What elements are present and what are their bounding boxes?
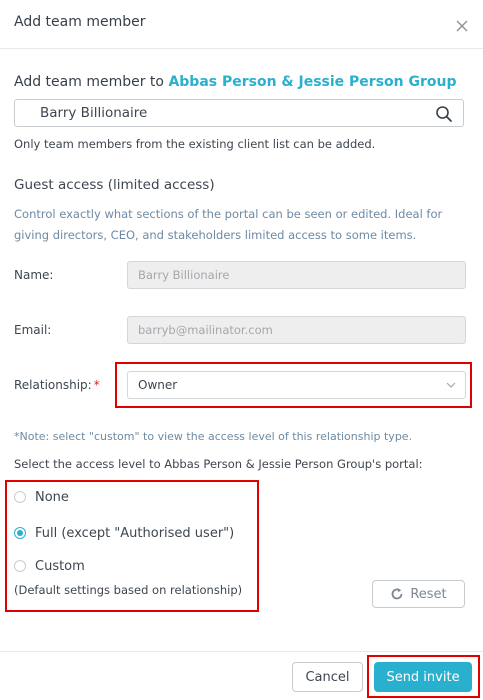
reset-icon (391, 588, 403, 600)
relationship-label: Relationship: * (14, 378, 100, 392)
header-divider (0, 48, 483, 49)
dialog-title: Add team member (14, 14, 146, 30)
access-options-highlight (5, 480, 259, 612)
custom-note: *Note: select "custom" to view the acces… (14, 430, 413, 443)
search-icon[interactable] (435, 105, 453, 123)
member-search[interactable] (14, 99, 464, 127)
relationship-highlight (115, 362, 472, 408)
group-name: Abbas Person & Jessie Person Group (168, 74, 457, 90)
email-field: barryb@mailinator.com (127, 316, 466, 344)
required-marker: * (93, 378, 100, 392)
name-field: Barry Billionaire (127, 261, 466, 289)
name-label: Name: (14, 268, 54, 282)
cancel-button[interactable]: Cancel (292, 662, 363, 692)
send-invite-highlight (367, 655, 480, 698)
subtitle-prefix: Add team member to (14, 74, 164, 90)
email-label: Email: (14, 323, 52, 337)
reset-label: Reset (410, 586, 447, 602)
close-icon[interactable] (454, 18, 470, 34)
member-search-input[interactable] (40, 104, 420, 122)
dialog-subtitle: Add team member to Abbas Person & Jessie… (14, 74, 457, 90)
relationship-label-text: Relationship: (14, 378, 92, 392)
search-hint: Only team members from the existing clie… (14, 137, 376, 151)
footer-divider (0, 651, 483, 652)
reset-button[interactable]: Reset (372, 580, 465, 608)
guest-access-description: Control exactly what sections of the por… (14, 207, 443, 242)
access-level-prompt: Select the access level to Abbas Person … (14, 457, 423, 471)
guest-access-title: Guest access (limited access) (14, 177, 215, 193)
